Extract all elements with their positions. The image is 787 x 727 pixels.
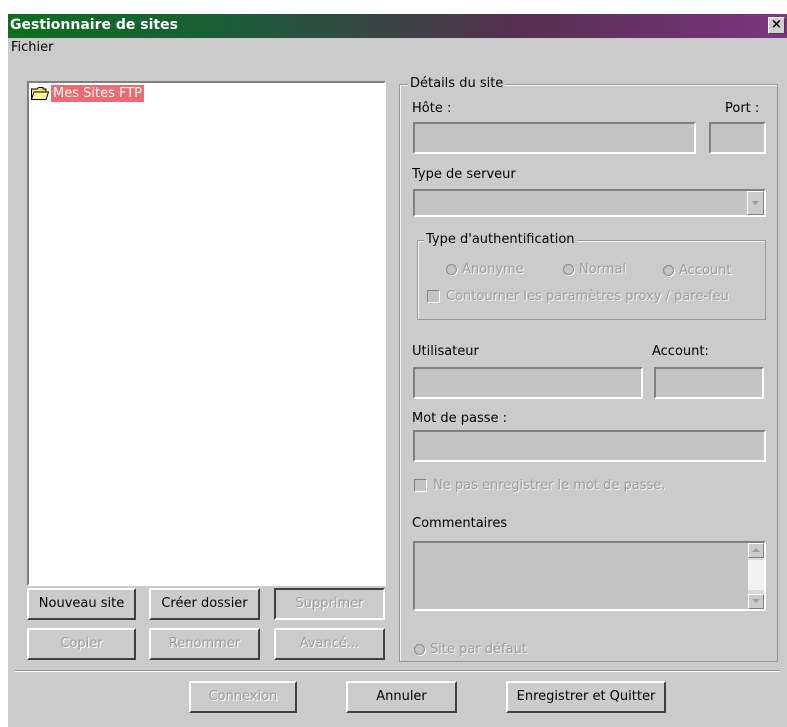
- user-label: Utilisateur: [412, 344, 479, 359]
- bypass-proxy-checkbox[interactable]: Contourner les paramètres proxy / pare-f…: [427, 289, 729, 304]
- comments-label: Commentaires: [412, 516, 508, 531]
- auth-normal-label: Normal: [579, 262, 627, 277]
- checkbox-icon: [414, 479, 427, 492]
- copy-button[interactable]: Copier: [27, 628, 136, 660]
- site-details-legend: Détails du site: [408, 76, 506, 91]
- server-type-select[interactable]: [413, 189, 766, 217]
- auth-normal-radio[interactable]: Normal: [563, 262, 626, 277]
- site-manager-window: Gestionnaire de sites × Fichier Mes Site…: [8, 14, 787, 727]
- close-button[interactable]: ×: [768, 17, 785, 34]
- no-save-password-label: Ne pas enregistrer le mot de passe.: [433, 478, 666, 493]
- chevron-down-icon[interactable]: [747, 191, 764, 215]
- scroll-thumb[interactable]: [748, 560, 764, 590]
- auth-type-legend: Type d'authentification: [424, 232, 577, 247]
- auth-type-group: Type d'authentification Anonyme Normal A…: [417, 232, 766, 320]
- folder-icon: [30, 87, 50, 100]
- site-tree[interactable]: Mes Sites FTP: [27, 81, 386, 586]
- port-input[interactable]: [709, 122, 766, 154]
- host-input[interactable]: [413, 122, 696, 154]
- comments-scrollbar[interactable]: [748, 543, 764, 609]
- account-input[interactable]: [654, 367, 764, 399]
- checkbox-icon: [427, 290, 440, 303]
- radio-icon: [563, 264, 574, 275]
- auth-account-label: Account: [679, 263, 732, 278]
- server-type-label: Type de serveur: [412, 167, 516, 182]
- close-icon: ×: [771, 17, 782, 32]
- auth-anonymous-radio[interactable]: Anonyme: [446, 262, 524, 277]
- window-title: Gestionnaire de sites: [10, 17, 178, 33]
- radio-icon: [663, 265, 674, 276]
- new-site-button[interactable]: Nouveau site: [27, 588, 136, 620]
- auth-account-radio[interactable]: Account: [663, 263, 732, 278]
- default-site-label: Site par défaut: [430, 642, 527, 657]
- new-folder-button[interactable]: Créer dossier: [149, 588, 260, 620]
- scroll-up-icon[interactable]: [748, 543, 764, 558]
- default-site-radio[interactable]: Site par défaut: [414, 642, 527, 657]
- bottom-separator: [15, 670, 780, 672]
- radio-icon: [446, 264, 457, 275]
- rename-button[interactable]: Renommer: [149, 628, 260, 660]
- menu-bar: Fichier: [8, 38, 787, 58]
- bypass-proxy-label: Contourner les paramètres proxy / pare-f…: [446, 289, 729, 304]
- title-bar[interactable]: Gestionnaire de sites ×: [8, 14, 787, 38]
- save-quit-button[interactable]: Enregistrer et Quitter: [506, 681, 666, 713]
- no-save-password-checkbox[interactable]: Ne pas enregistrer le mot de passe.: [414, 478, 665, 493]
- comments-textarea[interactable]: [413, 541, 766, 611]
- cancel-button[interactable]: Annuler: [346, 681, 457, 713]
- tree-root-node[interactable]: Mes Sites FTP: [30, 85, 145, 102]
- password-label: Mot de passe :: [412, 411, 508, 426]
- user-input[interactable]: [413, 367, 643, 399]
- password-input[interactable]: [413, 430, 766, 462]
- bypass-proxy-clip: Contourner les paramètres proxy / pare-f…: [418, 285, 765, 309]
- site-details-group: Détails du site Hôte : Port : Type de se…: [399, 76, 778, 662]
- scroll-down-icon[interactable]: [748, 594, 764, 609]
- auth-anonymous-label: Anonyme: [462, 262, 524, 277]
- radio-icon: [414, 644, 425, 655]
- host-label: Hôte :: [412, 101, 452, 116]
- connect-button[interactable]: Connexion: [189, 681, 297, 713]
- menu-file[interactable]: Fichier: [11, 40, 54, 55]
- advanced-button[interactable]: Avancé...: [274, 628, 385, 660]
- account-label: Account:: [652, 344, 709, 359]
- tree-root-label[interactable]: Mes Sites FTP: [51, 85, 145, 102]
- delete-button[interactable]: Supprimer: [274, 588, 385, 620]
- port-label: Port :: [725, 101, 760, 116]
